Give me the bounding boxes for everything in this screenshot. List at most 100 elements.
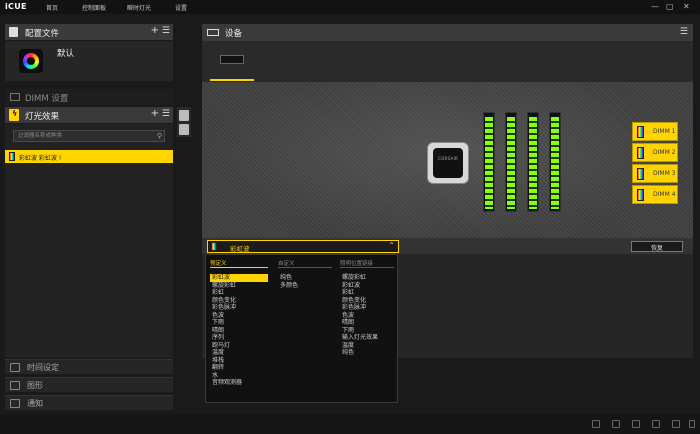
dimm-4-button[interactable]: DIMM 4 bbox=[632, 185, 678, 204]
dropdown-option[interactable]: 下雨 bbox=[210, 319, 268, 327]
dropdown-option[interactable]: 水 bbox=[210, 372, 268, 380]
effects-menu-icon[interactable]: ☰ bbox=[162, 109, 170, 119]
rainbow-swatch-icon bbox=[637, 147, 644, 159]
dropdown-column-header: 自定义 bbox=[278, 259, 332, 268]
dimm-label: DIMM 1 bbox=[653, 128, 676, 135]
nav-home[interactable]: 首页 bbox=[46, 3, 58, 12]
dropdown-option[interactable]: 跑马灯 bbox=[210, 342, 268, 350]
nav-settings[interactable]: 设置 bbox=[175, 3, 187, 12]
graphics-header[interactable]: 图形 bbox=[5, 377, 173, 392]
nav-dashboard[interactable]: 控制面板 bbox=[82, 3, 106, 12]
dropdown-column-header: 照明位置链接 bbox=[340, 259, 394, 268]
dimm-label: DIMM 4 bbox=[653, 191, 676, 198]
profile-rainbow-icon bbox=[19, 49, 43, 73]
dropdown-option[interactable]: 堆栈 bbox=[210, 357, 268, 365]
effect-select[interactable]: 彩虹波 ⌃ bbox=[207, 240, 399, 253]
add-profile-button[interactable]: + bbox=[151, 25, 159, 36]
effect-list-item[interactable]: 彩虹波 彩虹波 ! bbox=[5, 150, 173, 163]
time-settings-header[interactable]: 时间设定 bbox=[5, 359, 173, 374]
dropdown-option[interactable]: 螺旋彩虹 bbox=[210, 282, 268, 290]
editor-toolbar: 彩虹波 ⌃ 恢复 bbox=[202, 238, 693, 254]
dropdown-option[interactable]: 温度 bbox=[340, 342, 394, 350]
nav-instant-lighting[interactable]: 瞬时灯光 bbox=[127, 3, 151, 12]
dropdown-option[interactable]: 彩色脉冲 bbox=[210, 304, 268, 312]
bird-icon[interactable] bbox=[632, 420, 640, 428]
trash-icon[interactable] bbox=[179, 124, 189, 135]
dropdown-option[interactable]: 音频观测器 bbox=[210, 379, 268, 387]
dimm-label: DIMM 3 bbox=[653, 170, 676, 177]
dropdown-option[interactable]: 翻转 bbox=[210, 364, 268, 372]
add-effect-button[interactable]: + bbox=[151, 108, 159, 119]
dropdown-option[interactable]: 彩虹波 bbox=[340, 282, 394, 290]
effect-dropdown: 预定义 彩虹波 螺旋彩虹 彩虹 颜色变化 彩色脉冲 色波 下雨 晴朗 序列 跑马灯 温度 堆栈 翻转水音… bbox=[205, 254, 398, 403]
devices-menu-icon[interactable]: ☰ bbox=[680, 27, 688, 37]
device-canvas: CORSAIR DIMM 1 DIMM 2 DIMM 3 DIMM 4 bbox=[202, 82, 693, 238]
clock-icon bbox=[10, 363, 20, 372]
dimm-2-button[interactable]: DIMM 2 bbox=[632, 143, 678, 162]
rainbow-swatch-icon bbox=[9, 152, 15, 161]
dropdown-option[interactable]: 螺旋彩虹 bbox=[340, 274, 394, 282]
dropdown-option[interactable]: 彩虹 bbox=[210, 289, 268, 297]
notifications-header[interactable]: 通知 bbox=[5, 395, 173, 410]
dropdown-option[interactable]: 温度 bbox=[210, 349, 268, 357]
cooler-pump-head[interactable]: CORSAIR bbox=[427, 142, 469, 184]
ram-led-strip bbox=[555, 117, 559, 209]
profile-name: 默认 bbox=[57, 49, 75, 59]
minimize-button[interactable]: — bbox=[651, 2, 659, 11]
graphics-title: 图形 bbox=[27, 381, 43, 390]
ram-stick-1[interactable] bbox=[483, 112, 495, 212]
devices-title: 设备 bbox=[225, 29, 243, 39]
dropdown-column-custom: 自定义 纯色 多颜色 bbox=[278, 259, 332, 289]
rainbow-ring-icon bbox=[23, 53, 39, 69]
dropdown-option[interactable]: 色波 bbox=[210, 312, 268, 320]
dimm-settings-title: DIMM 设置 bbox=[25, 94, 69, 104]
dropdown-option[interactable]: 纯色 bbox=[278, 274, 332, 282]
dropdown-option[interactable]: 彩虹波 bbox=[210, 274, 268, 282]
facebook-icon[interactable] bbox=[652, 420, 660, 428]
dropdown-option[interactable]: 颜色变化 bbox=[340, 297, 394, 305]
dropdown-option[interactable]: 晴朗 bbox=[210, 327, 268, 335]
user-icon[interactable] bbox=[672, 420, 680, 428]
dimm-settings-header[interactable]: DIMM 设置 bbox=[5, 89, 173, 105]
app-brand: iCUE bbox=[5, 2, 27, 11]
time-settings-title: 时间设定 bbox=[27, 363, 59, 372]
dropdown-column-header: 预定义 bbox=[210, 259, 268, 268]
top-bar: iCUE 首页 控制面板 瞬时灯光 设置 — ▢ ✕ bbox=[0, 0, 700, 14]
dropdown-option[interactable]: 序列 bbox=[210, 334, 268, 342]
profiles-menu-icon[interactable]: ☰ bbox=[162, 26, 170, 36]
search-icon[interactable]: ⚲ bbox=[157, 132, 162, 140]
cloud-icon[interactable] bbox=[592, 420, 600, 428]
profile-file-icon bbox=[9, 27, 18, 37]
status-bar bbox=[0, 414, 700, 434]
maximize-button[interactable]: ▢ bbox=[666, 2, 674, 11]
ram-led-strip bbox=[489, 117, 493, 209]
dropdown-option[interactable]: 色波 bbox=[340, 312, 394, 320]
settings-icon[interactable] bbox=[689, 420, 695, 428]
notifications-title: 通知 bbox=[27, 399, 43, 408]
ram-led-strip bbox=[511, 117, 515, 209]
dropdown-option[interactable]: 彩虹 bbox=[340, 289, 394, 297]
filter-input[interactable] bbox=[13, 130, 165, 142]
ram-stick-4[interactable] bbox=[549, 112, 561, 212]
device-tab-cooler[interactable] bbox=[210, 47, 254, 81]
copy-icon[interactable] bbox=[179, 110, 189, 121]
dropdown-option[interactable]: 晴朗 bbox=[340, 319, 394, 327]
dropdown-option[interactable]: 纯色 bbox=[340, 349, 394, 357]
graphics-icon bbox=[10, 381, 20, 390]
ram-stick-2[interactable] bbox=[505, 112, 517, 212]
close-button[interactable]: ✕ bbox=[683, 2, 690, 11]
dimm-1-button[interactable]: DIMM 1 bbox=[632, 122, 678, 141]
dropdown-option[interactable]: 颜色变化 bbox=[210, 297, 268, 305]
dropdown-option[interactable]: 多颜色 bbox=[278, 282, 332, 290]
ram-stick-3[interactable] bbox=[527, 112, 539, 212]
profile-item-default[interactable]: 默认 bbox=[5, 41, 173, 81]
dropdown-option[interactable]: 下雨 bbox=[340, 327, 394, 335]
dimm-label: DIMM 2 bbox=[653, 149, 676, 156]
reset-button[interactable]: 恢复 bbox=[631, 241, 683, 252]
dimm-3-button[interactable]: DIMM 3 bbox=[632, 164, 678, 183]
chat-icon[interactable] bbox=[612, 420, 620, 428]
dropdown-option[interactable]: 彩色脉冲 bbox=[340, 304, 394, 312]
dropdown-column-predefined: 预定义 彩虹波 螺旋彩虹 彩虹 颜色变化 彩色脉冲 色波 下雨 晴朗 序列 跑马灯 温度 堆栈 翻转水音… bbox=[210, 259, 268, 387]
tab-active-indicator bbox=[210, 79, 254, 81]
dropdown-option[interactable]: 输入灯光效果 bbox=[340, 334, 394, 342]
